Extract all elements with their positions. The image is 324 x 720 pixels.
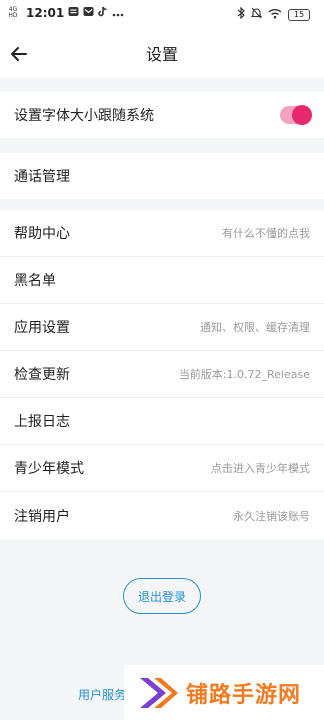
- watermark-text: 铺路手游网: [186, 682, 302, 708]
- battery-indicator: 15: [288, 8, 310, 21]
- watermark-logo-icon: [140, 677, 178, 708]
- call-manage-label: 通话管理: [14, 169, 70, 185]
- settings-row-label: 检查更新: [14, 367, 70, 383]
- settings-row-check-update[interactable]: 检查更新 当前版本:1.0.72_Release: [0, 351, 324, 398]
- page-title: 设置: [145, 45, 178, 64]
- network-indicator: 4G HD: [6, 7, 20, 19]
- settings-row-blacklist[interactable]: 黑名单: [0, 257, 324, 304]
- status-bar: 4G HD 12:01 15: [0, 0, 324, 28]
- mute-bell-icon: [250, 7, 263, 22]
- settings-row-youth-mode[interactable]: 青少年模式 点击进入青少年模式: [0, 445, 324, 492]
- settings-row-label: 帮助中心: [14, 226, 70, 242]
- font-follow-toggle[interactable]: [280, 105, 312, 125]
- more-dots-icon: [112, 7, 124, 20]
- settings-row-hint: 当前版本:1.0.72_Release: [178, 368, 310, 381]
- settings-row-label: 黑名单: [14, 273, 56, 289]
- font-follow-row: 设置字体大小跟随系统: [0, 92, 324, 138]
- settings-row-hint: 永久注销该账号: [233, 509, 310, 523]
- logout-button[interactable]: 退出登录: [123, 578, 201, 614]
- status-time: 12:01: [26, 6, 65, 20]
- toggle-knob: [292, 105, 312, 125]
- mail-icon: [83, 6, 94, 20]
- settings-row-hint: 点击进入青少年模式: [211, 462, 310, 475]
- settings-row-report-log[interactable]: 上报日志: [0, 398, 324, 445]
- settings-row-hint: 有什么不懂的点我: [222, 227, 310, 240]
- settings-row-hint: 通知、权限、缓存清理: [200, 321, 310, 334]
- call-manage-row[interactable]: 通话管理: [0, 153, 324, 199]
- network-sub: HD: [8, 12, 18, 19]
- watermark: 铺路手游网: [124, 665, 324, 720]
- settings-row-label: 应用设置: [14, 320, 70, 336]
- user-service-link[interactable]: 用户服务: [78, 686, 126, 703]
- settings-row-label: 上报日志: [14, 414, 70, 430]
- bluetooth-icon: [237, 6, 245, 22]
- settings-row-label: 青少年模式: [14, 461, 84, 477]
- app-header: 设置: [0, 28, 324, 78]
- settings-row-help[interactable]: 帮助中心 有什么不懂的点我: [0, 210, 324, 257]
- settings-row-delete-account[interactable]: 注销用户 永久注销该账号: [0, 492, 324, 539]
- message-icon: [68, 6, 79, 20]
- tiktok-icon: [98, 6, 108, 20]
- font-follow-label: 设置字体大小跟随系统: [14, 108, 154, 124]
- settings-row-app-settings[interactable]: 应用设置 通知、权限、缓存清理: [0, 304, 324, 351]
- wifi-icon: [268, 8, 282, 22]
- settings-row-label: 注销用户: [14, 508, 70, 525]
